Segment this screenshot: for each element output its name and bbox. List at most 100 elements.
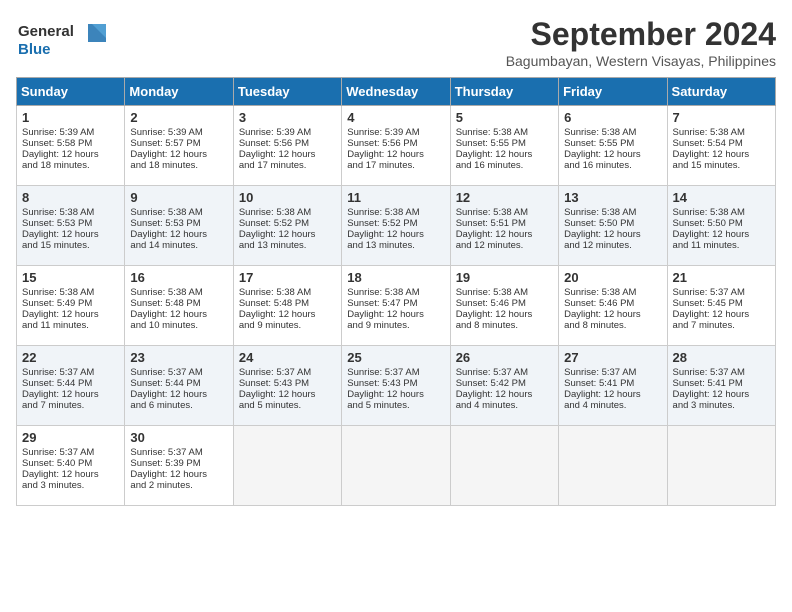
title-block: September 2024 Bagumbayan, Western Visay… xyxy=(506,16,776,69)
day-info-line: and 14 minutes. xyxy=(130,240,227,251)
day-info-line: and 3 minutes. xyxy=(22,480,119,491)
day-number: 14 xyxy=(673,190,770,205)
day-number: 8 xyxy=(22,190,119,205)
calendar-week-4: 22Sunrise: 5:37 AMSunset: 5:44 PMDayligh… xyxy=(17,346,776,426)
day-info-line: Sunrise: 5:39 AM xyxy=(22,127,119,138)
calendar-week-5: 29Sunrise: 5:37 AMSunset: 5:40 PMDayligh… xyxy=(17,426,776,506)
day-header-wednesday: Wednesday xyxy=(342,78,450,106)
day-number: 27 xyxy=(564,350,661,365)
day-info-line: Daylight: 12 hours xyxy=(456,389,553,400)
day-info-line: Sunrise: 5:38 AM xyxy=(239,287,336,298)
day-info-line: Sunrise: 5:37 AM xyxy=(673,287,770,298)
day-info-line: Sunrise: 5:37 AM xyxy=(130,447,227,458)
calendar-cell: 23Sunrise: 5:37 AMSunset: 5:44 PMDayligh… xyxy=(125,346,233,426)
day-info-line: and 17 minutes. xyxy=(347,160,444,171)
day-info-line: Daylight: 12 hours xyxy=(564,149,661,160)
day-info-line: and 12 minutes. xyxy=(456,240,553,251)
day-number: 12 xyxy=(456,190,553,205)
day-info-line: Daylight: 12 hours xyxy=(564,309,661,320)
day-number: 24 xyxy=(239,350,336,365)
day-info-line: Daylight: 12 hours xyxy=(22,389,119,400)
day-info-line: and 8 minutes. xyxy=(564,320,661,331)
logo: General Blue xyxy=(16,16,106,60)
calendar-cell: 26Sunrise: 5:37 AMSunset: 5:42 PMDayligh… xyxy=(450,346,558,426)
day-info-line: Sunrise: 5:37 AM xyxy=(347,367,444,378)
day-number: 3 xyxy=(239,110,336,125)
day-info-line: Sunset: 5:39 PM xyxy=(130,458,227,469)
day-number: 25 xyxy=(347,350,444,365)
calendar-cell xyxy=(233,426,341,506)
day-info-line: Sunset: 5:48 PM xyxy=(239,298,336,309)
day-number: 16 xyxy=(130,270,227,285)
day-info-line: Sunset: 5:48 PM xyxy=(130,298,227,309)
day-info-line: and 15 minutes. xyxy=(22,240,119,251)
day-info-line: Sunset: 5:49 PM xyxy=(22,298,119,309)
calendar-cell xyxy=(667,426,775,506)
calendar-cell: 11Sunrise: 5:38 AMSunset: 5:52 PMDayligh… xyxy=(342,186,450,266)
day-info-line: Daylight: 12 hours xyxy=(673,229,770,240)
calendar-cell: 18Sunrise: 5:38 AMSunset: 5:47 PMDayligh… xyxy=(342,266,450,346)
calendar-header-row: SundayMondayTuesdayWednesdayThursdayFrid… xyxy=(17,78,776,106)
day-info-line: Daylight: 12 hours xyxy=(130,389,227,400)
day-number: 23 xyxy=(130,350,227,365)
calendar-table: SundayMondayTuesdayWednesdayThursdayFrid… xyxy=(16,77,776,506)
day-info-line: Daylight: 12 hours xyxy=(564,389,661,400)
day-info-line: Sunrise: 5:38 AM xyxy=(456,127,553,138)
day-number: 15 xyxy=(22,270,119,285)
day-info-line: and 18 minutes. xyxy=(130,160,227,171)
day-info-line: and 15 minutes. xyxy=(673,160,770,171)
day-info-line: Sunrise: 5:38 AM xyxy=(456,287,553,298)
day-info-line: Sunset: 5:46 PM xyxy=(456,298,553,309)
calendar-cell: 29Sunrise: 5:37 AMSunset: 5:40 PMDayligh… xyxy=(17,426,125,506)
day-info-line: Daylight: 12 hours xyxy=(22,149,119,160)
day-info-line: Sunrise: 5:37 AM xyxy=(456,367,553,378)
day-info-line: Daylight: 12 hours xyxy=(564,229,661,240)
day-info-line: Sunset: 5:51 PM xyxy=(456,218,553,229)
day-info-line: Sunset: 5:43 PM xyxy=(347,378,444,389)
calendar-cell: 20Sunrise: 5:38 AMSunset: 5:46 PMDayligh… xyxy=(559,266,667,346)
day-info-line: Sunrise: 5:38 AM xyxy=(239,207,336,218)
day-number: 30 xyxy=(130,430,227,445)
day-info-line: and 11 minutes. xyxy=(22,320,119,331)
day-info-line: and 13 minutes. xyxy=(239,240,336,251)
day-info-line: Daylight: 12 hours xyxy=(239,229,336,240)
day-number: 18 xyxy=(347,270,444,285)
day-info-line: Sunrise: 5:38 AM xyxy=(564,207,661,218)
day-number: 26 xyxy=(456,350,553,365)
day-info-line: Daylight: 12 hours xyxy=(673,309,770,320)
month-title: September 2024 xyxy=(506,16,776,53)
calendar-cell: 7Sunrise: 5:38 AMSunset: 5:54 PMDaylight… xyxy=(667,106,775,186)
calendar-cell: 14Sunrise: 5:38 AMSunset: 5:50 PMDayligh… xyxy=(667,186,775,266)
day-info-line: Sunrise: 5:39 AM xyxy=(347,127,444,138)
day-info-line: Sunrise: 5:37 AM xyxy=(22,447,119,458)
day-info-line: Sunset: 5:44 PM xyxy=(22,378,119,389)
calendar-cell: 30Sunrise: 5:37 AMSunset: 5:39 PMDayligh… xyxy=(125,426,233,506)
day-info-line: and 8 minutes. xyxy=(456,320,553,331)
calendar-cell: 12Sunrise: 5:38 AMSunset: 5:51 PMDayligh… xyxy=(450,186,558,266)
day-number: 10 xyxy=(239,190,336,205)
day-number: 28 xyxy=(673,350,770,365)
day-info-line: Daylight: 12 hours xyxy=(130,229,227,240)
day-info-line: Sunset: 5:55 PM xyxy=(564,138,661,149)
day-info-line: Sunset: 5:58 PM xyxy=(22,138,119,149)
day-info-line: Daylight: 12 hours xyxy=(130,309,227,320)
day-info-line: and 18 minutes. xyxy=(22,160,119,171)
day-info-line: Sunset: 5:41 PM xyxy=(673,378,770,389)
calendar-cell: 27Sunrise: 5:37 AMSunset: 5:41 PMDayligh… xyxy=(559,346,667,426)
calendar-cell: 9Sunrise: 5:38 AMSunset: 5:53 PMDaylight… xyxy=(125,186,233,266)
calendar-cell: 6Sunrise: 5:38 AMSunset: 5:55 PMDaylight… xyxy=(559,106,667,186)
day-info-line: and 16 minutes. xyxy=(564,160,661,171)
day-info-line: and 4 minutes. xyxy=(564,400,661,411)
calendar-cell: 25Sunrise: 5:37 AMSunset: 5:43 PMDayligh… xyxy=(342,346,450,426)
day-number: 9 xyxy=(130,190,227,205)
day-info-line: Daylight: 12 hours xyxy=(22,309,119,320)
day-info-line: Daylight: 12 hours xyxy=(130,149,227,160)
day-info-line: and 5 minutes. xyxy=(239,400,336,411)
calendar-cell: 22Sunrise: 5:37 AMSunset: 5:44 PMDayligh… xyxy=(17,346,125,426)
calendar-cell: 5Sunrise: 5:38 AMSunset: 5:55 PMDaylight… xyxy=(450,106,558,186)
day-info-line: Sunrise: 5:39 AM xyxy=(239,127,336,138)
day-info-line: Sunset: 5:46 PM xyxy=(564,298,661,309)
day-info-line: Sunset: 5:53 PM xyxy=(22,218,119,229)
day-info-line: Daylight: 12 hours xyxy=(456,149,553,160)
day-info-line: and 4 minutes. xyxy=(456,400,553,411)
